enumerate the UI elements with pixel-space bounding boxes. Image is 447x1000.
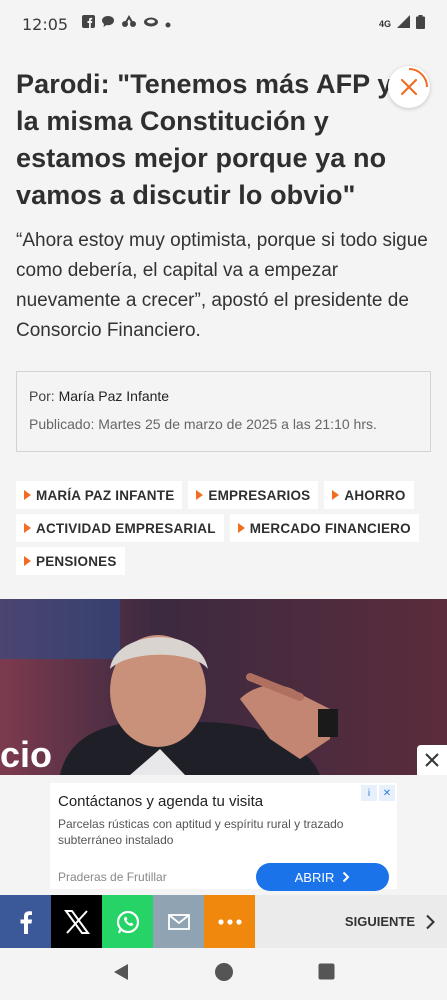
back-triangle-icon [114, 963, 128, 980]
tag-ahorro[interactable]: AHORRO [324, 481, 414, 509]
ad-open-label: ABRIR [294, 869, 335, 885]
tag-label: PENSIONES [36, 553, 117, 569]
tag-label: MERCADO FINANCIERO [249, 520, 411, 536]
app-notification-icon [121, 14, 137, 33]
chat-notification-icon [101, 15, 115, 33]
network-label: 4G [378, 18, 391, 29]
tag-label: ACTIVIDAD EMPRESARIAL [36, 520, 216, 536]
ad-title: Contáctanos y agenda tu visita [58, 793, 264, 810]
share-whatsapp-button[interactable] [102, 895, 153, 948]
tag-mercado-financiero[interactable]: MERCADO FINANCIERO [229, 514, 419, 542]
tag-arrow-icon [24, 523, 31, 533]
author-line: Por: María Paz Infante [29, 388, 418, 404]
tag-arrow-icon [24, 556, 31, 566]
tag-arrow-icon [332, 490, 340, 500]
next-label: SIGUIENTE [344, 914, 415, 929]
tag-label: EMPRESARIOS [208, 487, 311, 503]
svg-text:cio: cio [0, 734, 52, 775]
facebook-icon [20, 910, 32, 934]
battery-icon [416, 14, 425, 34]
article-headline: Parodi: "Tenemos más AFP y la misma Cons… [16, 69, 393, 210]
author-link[interactable]: María Paz Infante [59, 388, 170, 404]
author-prefix: Por: [29, 388, 55, 404]
status-right: 4G [378, 14, 425, 34]
more-dots-icon [217, 918, 242, 925]
close-icon [425, 753, 439, 767]
ad-card[interactable]: i ✕ Contáctanos y agenda tu visita Parce… [50, 783, 397, 891]
share-bar: SIGUIENTE [0, 895, 447, 948]
back-nav-button[interactable] [112, 963, 130, 986]
ad-info-icon[interactable]: i [361, 785, 377, 801]
whatsapp-icon [116, 910, 139, 933]
ad-description: Parcelas rústicas con aptitud y espíritu… [58, 817, 344, 847]
tag-maria-paz-infante[interactable]: MARÍA PAZ INFANTE [16, 481, 183, 509]
tag-empresarios[interactable]: EMPRESARIOS [188, 481, 319, 509]
tag-arrow-icon [24, 490, 31, 500]
tag-label: MARÍA PAZ INFANTE [36, 487, 175, 503]
ad-dismiss-icon[interactable]: ✕ [379, 785, 395, 801]
signal-icon [397, 15, 410, 33]
ad-advertiser: Praderas de Frutillar [58, 870, 167, 884]
published-date: Publicado: Martes 25 de marzo de 2025 a … [29, 416, 377, 432]
system-nav-bar [0, 948, 447, 1000]
ad-banner: i ✕ Contáctanos y agenda tu visita Parce… [0, 775, 447, 895]
share-more-button[interactable] [204, 895, 255, 948]
share-facebook-button[interactable] [0, 895, 51, 948]
article-photo: cio [0, 599, 447, 775]
tag-pensiones[interactable]: PENSIONES [16, 547, 125, 575]
ad-badges: i ✕ [361, 785, 395, 801]
close-icon [400, 68, 428, 96]
tag-actividad-empresarial[interactable]: ACTIVIDAD EMPRESARIAL [16, 514, 224, 542]
tag-arrow-icon [196, 490, 204, 500]
ad-open-button[interactable]: ABRIR [256, 863, 389, 891]
recents-nav-button[interactable] [318, 963, 335, 985]
status-time: 12:05 [22, 14, 69, 34]
notification-icons [82, 14, 171, 33]
recents-square-icon [318, 963, 335, 980]
tag-list: MARÍA PAZ INFANTE EMPRESARIOS AHORRO ACT… [16, 481, 436, 575]
article-meta: Por: María Paz Infante Publicado: Martes… [16, 371, 431, 452]
share-x-button[interactable] [51, 895, 102, 948]
home-nav-button[interactable] [214, 962, 234, 987]
email-icon [167, 913, 190, 930]
status-bar: 12:05 4G [0, 0, 447, 48]
chevron-right-icon [343, 871, 350, 883]
tag-arrow-icon [237, 523, 245, 533]
chevron-right-icon [426, 914, 435, 929]
home-circle-icon [215, 962, 233, 981]
tag-label: AHORRO [344, 487, 406, 503]
facebook-notification-icon [82, 15, 96, 33]
share-email-button[interactable] [153, 895, 204, 948]
next-article-button[interactable]: SIGUIENTE [255, 895, 447, 948]
x-icon [63, 909, 90, 934]
cloud-notification-icon [143, 15, 159, 33]
close-overlay-button[interactable] [388, 66, 430, 108]
ad-close-button[interactable] [417, 745, 447, 775]
more-notifications-dot-icon [165, 15, 171, 33]
article-subtitle: “Ahora estoy muy optimista, porque si to… [16, 230, 428, 341]
